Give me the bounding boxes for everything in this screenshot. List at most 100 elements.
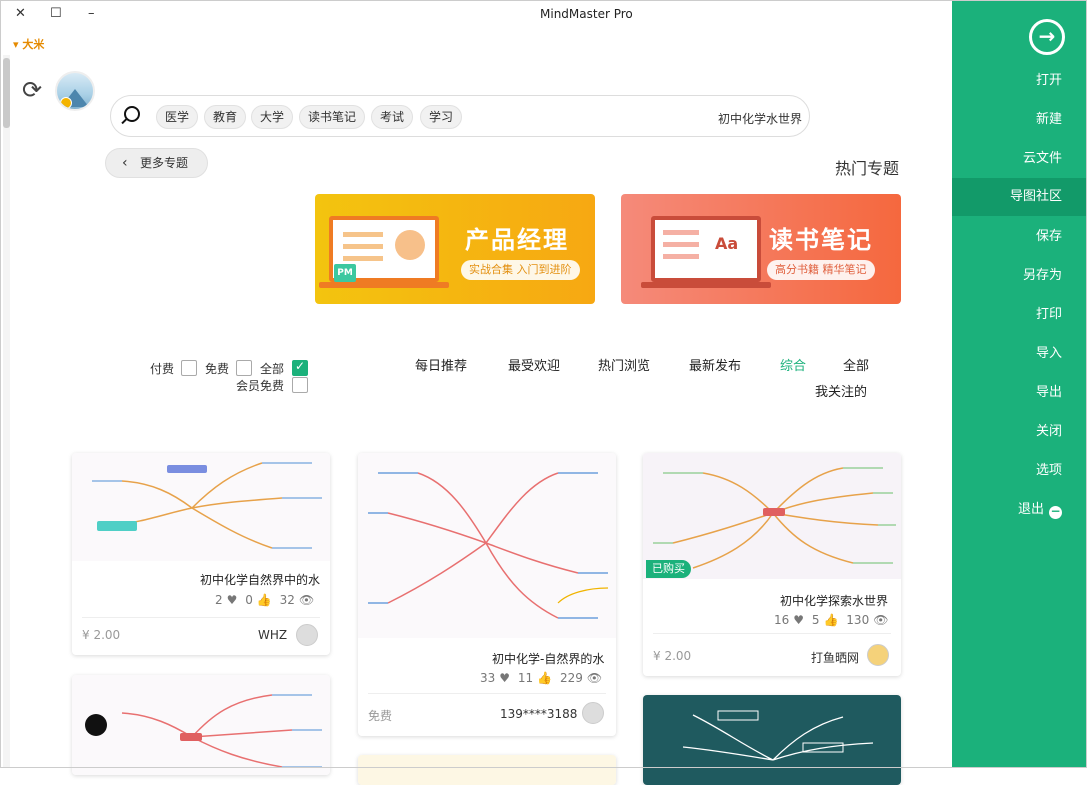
card-price: ¥ 2.00 [653, 649, 692, 663]
like-count: 5 [811, 613, 820, 627]
pm-badge: PM [334, 264, 356, 282]
sidebar-item-community[interactable]: 导图社区 [952, 178, 1087, 216]
map-card[interactable]: 初中化学自然界中的水 2 ♥ 0 👍 32 👁 ¥ 2.00 WHZ [72, 453, 330, 655]
sidebar-item-new[interactable]: 新建 [952, 101, 1087, 139]
card-price: 免费 [368, 709, 393, 723]
sidebar-item-open[interactable]: 打开 [952, 62, 1087, 100]
heart-icon[interactable]: ♥ [793, 613, 804, 627]
sidebar-item-exit[interactable]: 退出 − [952, 491, 1087, 529]
card-price: ¥ 2.00 [82, 628, 121, 642]
more-topics-label: 更多专题 [140, 156, 189, 170]
search-tag-university[interactable]: 大学 [251, 105, 294, 129]
title-bar: ✕ ☐ – MindMaster Pro [0, 0, 952, 30]
search-tag-medicine[interactable]: 医学 [156, 105, 199, 129]
view-count: 32 [279, 593, 295, 607]
card-stats: 33 ♥ 11 👍 229 👁 [476, 671, 602, 685]
thumbs-up-icon[interactable]: 👍 [257, 593, 272, 607]
sidebar-item-close[interactable]: 关闭 [952, 413, 1087, 451]
sidebar-item-import[interactable]: 导入 [952, 335, 1087, 373]
exit-label: 退出 [1017, 502, 1044, 517]
scrollbar-thumb[interactable] [3, 58, 10, 128]
mindmap-thumbnail [643, 695, 901, 785]
card-title[interactable]: 初中化学探索水世界 [780, 592, 888, 609]
banner-title: 产品经理 [465, 226, 569, 254]
scrollbar-track[interactable] [3, 55, 10, 768]
author-name[interactable]: WHZ [258, 628, 287, 642]
card-stats: 2 ♥ 0 👍 32 👁 [211, 593, 314, 607]
map-card-partial[interactable] [72, 675, 330, 775]
author-avatar[interactable] [296, 624, 318, 646]
tab-overall[interactable]: 综合 [780, 355, 806, 374]
chevron-left-icon: ‹ [122, 155, 128, 171]
banner-product-manager[interactable]: PM 产品经理 实战合集 入门到进阶 [315, 194, 595, 304]
search-tag-study[interactable]: 学习 [420, 105, 463, 129]
maximize-icon[interactable]: ☐ [50, 6, 62, 21]
map-card[interactable]: 初中化学-自然界的水 33 ♥ 11 👍 229 👁 免费 139****3188 [358, 453, 616, 736]
author-name[interactable]: 139****3188 [500, 707, 577, 721]
heart-icon[interactable]: ♥ [227, 593, 238, 607]
card-stats: 16 ♥ 5 👍 130 👁 [770, 613, 888, 627]
eye-icon: 👁 [873, 613, 889, 627]
map-card-partial[interactable] [643, 695, 901, 785]
thumbs-up-icon[interactable]: 👍 [537, 671, 552, 685]
search-icon[interactable] [124, 106, 140, 122]
map-card[interactable]: 已购买 初中化学探索水世界 16 ♥ 5 👍 130 👁 ¥ 2.00 打鱼晒网 [643, 453, 901, 676]
author-avatar[interactable] [867, 644, 889, 666]
search-value[interactable]: 初中化学水世界 [718, 110, 802, 127]
mindmap-thumbnail [358, 453, 616, 638]
tab-latest[interactable]: 最新发布 [689, 355, 741, 374]
user-menu[interactable]: ▾ 大米 [13, 36, 44, 52]
tab-all[interactable]: 全部 [843, 355, 869, 374]
book-base [641, 282, 771, 288]
banner-reading-notes[interactable]: Aa 读书笔记 高分书籍 精华笔记 [621, 194, 901, 304]
mindmap-thumbnail [72, 675, 330, 775]
card-divider [368, 693, 606, 694]
eye-icon: 👁 [586, 671, 603, 685]
map-card-partial[interactable] [358, 755, 616, 785]
eye-icon: 👁 [298, 593, 315, 607]
avatar[interactable] [55, 71, 95, 111]
price-paid-checkbox[interactable] [181, 360, 197, 376]
member-free-checkbox[interactable] [292, 377, 308, 393]
sidebar-item-options[interactable]: 选项 [952, 452, 1087, 490]
tab-hot-browse[interactable]: 热门浏览 [598, 355, 650, 374]
sidebar-item-cloud[interactable]: 云文件 [952, 140, 1087, 178]
sidebar-item-save-as[interactable]: 另存为 [952, 257, 1087, 295]
card-title[interactable]: 初中化学自然界中的水 [200, 571, 320, 588]
sidebar-item-print[interactable]: 打印 [952, 296, 1087, 334]
author-name[interactable]: 打鱼晒网 [811, 649, 859, 666]
minimize-icon[interactable]: – [88, 6, 95, 21]
laptop-base [319, 282, 449, 288]
thumbs-up-icon[interactable]: 👍 [824, 613, 839, 627]
price-all-checkbox[interactable] [292, 359, 308, 376]
search-tag-education[interactable]: 教育 [204, 105, 247, 129]
more-topics-button[interactable]: ‹ 更多专题 [105, 148, 208, 178]
purchased-badge: 已购买 [646, 560, 691, 578]
exit-icon: − [1049, 504, 1062, 519]
hot-topics-heading: 热门专题 [835, 159, 900, 178]
search-tag-exam[interactable]: 考试 [371, 105, 414, 129]
price-paid-label: 付费 [150, 362, 175, 376]
tab-most-popular[interactable]: 最受欢迎 [508, 355, 560, 374]
vip-badge-icon [60, 97, 72, 109]
fav-count: 2 [215, 593, 223, 607]
close-icon[interactable]: ✕ [15, 6, 26, 21]
tab-daily-recommend[interactable]: 每日推荐 [415, 355, 467, 374]
chevron-down-icon: ▾ [13, 38, 19, 51]
banner-title: 读书笔记 [769, 226, 873, 254]
banner-subtitle: 高分书籍 精华笔记 [767, 260, 875, 280]
sidebar-item-export[interactable]: 导出 [952, 374, 1087, 412]
tab-following[interactable]: 我关注的 [815, 381, 867, 400]
card-title[interactable]: 初中化学-自然界的水 [492, 650, 604, 667]
back-arrow-icon[interactable]: → [1029, 19, 1065, 55]
fav-count: 33 [480, 671, 496, 685]
search-tag-reading-notes[interactable]: 读书笔记 [299, 105, 366, 129]
price-free-checkbox[interactable] [236, 360, 252, 376]
like-count: 0 [245, 593, 253, 607]
refresh-icon[interactable]: ⟳ [22, 78, 42, 102]
author-avatar[interactable] [582, 702, 604, 724]
heart-icon[interactable]: ♥ [499, 671, 510, 685]
like-count: 11 [517, 671, 534, 685]
sidebar-item-save[interactable]: 保存 [952, 218, 1087, 256]
mindmap-thumbnail [358, 755, 616, 785]
